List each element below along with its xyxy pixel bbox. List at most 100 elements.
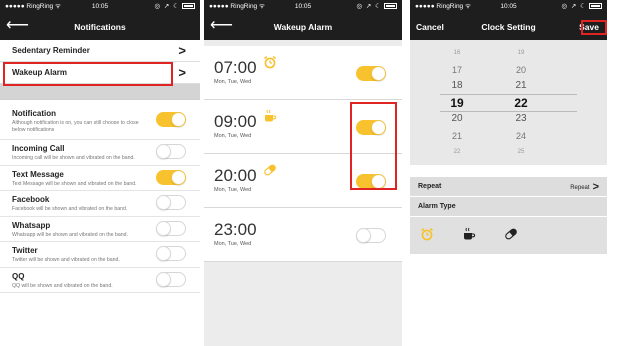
pill-icon	[263, 163, 277, 182]
picker-value[interactable]: 19	[501, 45, 541, 62]
alarm-time: 23:00	[214, 220, 257, 239]
time-picker[interactable]: 16 17 18 19 20 21 22 19 20 21 22 23 24 25	[410, 40, 607, 165]
alarm-type-row: Alarm Type	[410, 197, 607, 217]
menu-item-label: Sedentary Reminder	[12, 46, 90, 55]
notification-item: Text Message Text Message will be shown a…	[0, 166, 200, 191]
toggle-knob	[371, 66, 386, 81]
alarm-list: 07:00 Mon, Tue, Wed 09:00 Mon, Tue, Wed 20:0…	[204, 46, 402, 262]
notification-desc: Although notification is on, you can sti…	[12, 120, 139, 133]
chevron-right-icon: >	[178, 43, 186, 58]
notification-item: Notification Although notification is on,…	[0, 100, 200, 140]
picker-value[interactable]: 18	[437, 78, 477, 95]
notification-desc: Incoming call will be shown and vibrated…	[12, 155, 135, 161]
minute-wheel[interactable]: 19 20 21 22 23 24 25	[501, 45, 541, 161]
wakeup-alarm-screen: ●●●●● RingRing ᯤ 10:05 ◎ ↗ ☾ ⟵ Wakeup Al…	[204, 0, 402, 346]
notification-item: QQ QQ will be shown and vibrated on the b…	[0, 268, 200, 293]
notification-title: Notification	[12, 109, 56, 118]
alarm-clock-icon[interactable]	[420, 227, 434, 246]
save-button[interactable]: Save	[579, 14, 599, 40]
page-title: Clock Setting	[481, 22, 536, 32]
nav-bar: ⟵ Notifications	[0, 14, 200, 40]
toggle-knob	[156, 271, 171, 287]
alarm-item[interactable]: 20:00 Mon, Tue, Wed	[204, 154, 402, 208]
alarm-days: Mon, Tue, Wed	[214, 79, 252, 85]
toggle-switch[interactable]	[156, 195, 186, 211]
toggle-switch[interactable]	[356, 228, 386, 243]
toggle-knob	[156, 246, 171, 262]
alarm-type-options	[410, 217, 607, 254]
picker-value[interactable]: 19	[437, 95, 477, 112]
battery-icon	[589, 3, 602, 10]
repeat-row[interactable]: Repeat Repeat >	[410, 177, 607, 197]
notification-title: Twitter	[12, 246, 38, 255]
picker-value[interactable]: 23	[501, 111, 541, 128]
picker-value[interactable]: 17	[437, 62, 477, 79]
notification-title: QQ	[12, 271, 25, 281]
pill-icon[interactable]	[504, 227, 518, 246]
notifications-screen: ●●●●● RingRing ᯤ 10:05 ◎ ↗ ☾ ⟵ Notificat…	[0, 0, 200, 346]
hour-wheel[interactable]: 16 17 18 19 20 21 22	[437, 45, 477, 161]
page-title: Wakeup Alarm	[273, 22, 333, 32]
toggle-switch[interactable]	[356, 174, 386, 189]
picker-line	[440, 94, 577, 95]
section-divider	[0, 84, 200, 100]
notification-item: Twitter Twitter will be shown and vibrate…	[0, 242, 200, 268]
alarm-time: 20:00	[214, 166, 257, 185]
notification-desc: Text Message will be shown and vibrated …	[12, 180, 137, 187]
page-title: Notifications	[74, 22, 126, 32]
toggle-knob	[156, 195, 171, 211]
menu-item-sedentary-reminder[interactable]: Sedentary Reminder >	[0, 40, 200, 62]
alarm-days: Mon, Tue, Wed	[214, 241, 252, 247]
alarm-type-label: Alarm Type	[418, 203, 456, 210]
battery-icon	[182, 3, 195, 10]
menu-item-wakeup-alarm[interactable]: Wakeup Alarm >	[0, 62, 200, 84]
notification-item: Whatsapp Whatsapp will be shown and vibra…	[0, 217, 200, 242]
toggle-switch[interactable]	[156, 111, 186, 127]
toggle-knob	[156, 144, 171, 160]
notification-desc: Whatsapp will be shown and vibrated on t…	[12, 231, 128, 238]
toggle-knob	[356, 228, 371, 243]
picker-value[interactable]: 20	[501, 62, 541, 79]
alarm-item[interactable]: 07:00 Mon, Tue, Wed	[204, 46, 402, 100]
coffee-cup-icon[interactable]	[462, 227, 476, 246]
picker-value[interactable]: 22	[501, 95, 541, 112]
picker-value[interactable]: 16	[437, 45, 477, 62]
toggle-switch[interactable]	[356, 120, 386, 135]
status-bar: ●●●●● RingRing ᯤ 10:05 ◎ ↗ ☾	[410, 0, 607, 14]
alarm-time: 09:00	[214, 112, 257, 131]
picker-value[interactable]: 22	[437, 144, 477, 161]
toggle-switch[interactable]	[156, 246, 186, 262]
status-icons: ◎ ↗ ☾	[561, 0, 602, 14]
nav-bar: Cancel Clock Setting Save	[410, 14, 607, 40]
toggle-switch[interactable]	[156, 169, 186, 185]
notification-title: Text Message	[12, 169, 64, 179]
notification-title: Incoming Call	[12, 144, 65, 153]
alarm-clock-icon	[263, 55, 277, 74]
toggle-knob	[171, 111, 186, 127]
picker-line	[440, 111, 577, 112]
chevron-right-icon: >	[592, 181, 599, 193]
picker-value[interactable]: 24	[501, 128, 541, 145]
picker-value[interactable]: 25	[501, 144, 541, 161]
toggle-knob	[371, 174, 386, 189]
picker-value[interactable]: 21	[437, 128, 477, 145]
toggle-switch[interactable]	[356, 66, 386, 81]
notification-title: Whatsapp	[12, 220, 51, 230]
menu-item-label: Wakeup Alarm	[12, 68, 67, 77]
alarm-item[interactable]: 23:00 Mon, Tue, Wed	[204, 208, 402, 262]
toggle-switch[interactable]	[156, 220, 186, 236]
notification-desc: Twitter will be shown and vibrated on th…	[12, 257, 120, 263]
alarm-days: Mon, Tue, Wed	[214, 187, 252, 193]
toggle-switch[interactable]	[156, 144, 186, 160]
picker-value[interactable]: 21	[501, 78, 541, 95]
picker-value[interactable]: 20	[437, 111, 477, 128]
toggle-switch[interactable]	[156, 271, 186, 287]
toggle-knob	[371, 120, 386, 135]
alarm-item[interactable]: 09:00 Mon, Tue, Wed	[204, 100, 402, 154]
status-bar: ●●●●● RingRing ᯤ 10:05 ◎ ↗ ☾	[0, 0, 200, 14]
repeat-value: Repeat	[570, 185, 590, 191]
toggle-knob	[171, 169, 186, 185]
notification-title: Facebook	[12, 195, 50, 204]
alarm-days: Mon, Tue, Wed	[214, 133, 252, 139]
status-icons: ◎ ↗ ☾	[356, 0, 397, 14]
